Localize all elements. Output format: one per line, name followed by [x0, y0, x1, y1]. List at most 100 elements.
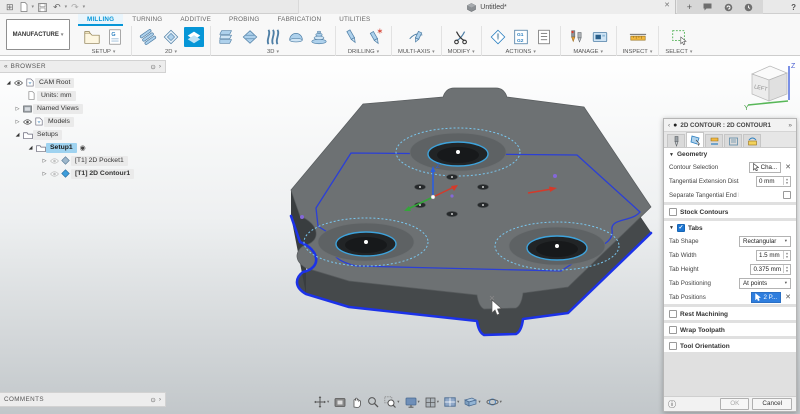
- group-inspect-label[interactable]: INSPECT: [623, 49, 648, 55]
- orbit-tool[interactable]: ▾: [486, 396, 502, 408]
- undo-caret[interactable]: ▾: [65, 4, 68, 10]
- 3d-spiral-icon[interactable]: [309, 27, 329, 47]
- rest-machining-header[interactable]: Rest Machining: [664, 307, 796, 320]
- rest-machining-checkbox[interactable]: [669, 310, 677, 318]
- group-multiaxis-label[interactable]: MULTI-AXIS: [398, 49, 430, 55]
- tree-row-2d-pocket1[interactable]: ▷ [T1] 2D Pocket1: [0, 154, 166, 167]
- display-settings-caret[interactable]: ▾: [418, 399, 420, 405]
- group-2d-label[interactable]: 2D: [165, 49, 172, 55]
- post-process-icon[interactable]: G: [105, 27, 125, 47]
- tab-shape-select[interactable]: Rectangular ▾: [739, 236, 791, 247]
- 2d-pocket-active-icon[interactable]: [184, 27, 204, 47]
- passes-tab[interactable]: [724, 134, 742, 147]
- eye-icon-dim[interactable]: [49, 169, 60, 178]
- linking-tab[interactable]: [743, 134, 761, 147]
- help-icon[interactable]: ?: [791, 0, 796, 14]
- heights-tab[interactable]: [705, 134, 723, 147]
- group-actions-label[interactable]: ACTIONS: [506, 49, 532, 55]
- dialog-header[interactable]: ‹ ● 2D CONTOUR : 2D CONTOUR1 »: [664, 119, 796, 132]
- view-cube[interactable]: Z Y LEFT: [742, 58, 798, 114]
- tab-fabrication[interactable]: FABRICATION: [268, 14, 330, 26]
- 2d-face-icon[interactable]: [161, 27, 181, 47]
- comments-bar[interactable]: COMMENTS ⊙ ›: [0, 392, 166, 407]
- group-drilling-label[interactable]: DRILLING: [348, 49, 375, 55]
- wrap-toolpath-checkbox[interactable]: [669, 326, 677, 334]
- cancel-button[interactable]: Cancel: [752, 398, 792, 410]
- simulate-icon[interactable]: [488, 27, 508, 47]
- tangential-extension-input[interactable]: 0 mm ▾▾: [756, 176, 791, 187]
- drill-cycle-icon[interactable]: ＊: [365, 27, 385, 47]
- comments-settings-icon[interactable]: ⊙: [150, 396, 155, 404]
- stock-contours-header[interactable]: Stock Contours: [664, 205, 796, 218]
- tab-positions-button[interactable]: 2 P...: [751, 292, 781, 303]
- tab-height-value[interactable]: 0.375 mm: [751, 266, 783, 273]
- save-icon[interactable]: [36, 3, 49, 12]
- expand-icon[interactable]: ◢: [4, 80, 13, 86]
- dialog-collapse-icon[interactable]: ‹: [668, 122, 670, 129]
- multiaxis-icon[interactable]: [406, 27, 426, 47]
- group-modify-label[interactable]: MODIFY: [448, 49, 471, 55]
- tab-turning[interactable]: TURNING: [123, 14, 171, 26]
- eye-icon[interactable]: [13, 78, 24, 87]
- grid-snaps-tool[interactable]: ▾: [425, 397, 439, 408]
- tree-label-units[interactable]: Units: mm: [37, 91, 76, 101]
- collapse-icon[interactable]: ▷: [40, 158, 49, 164]
- tab-width-input[interactable]: 1.5 mm ▾▾: [756, 250, 791, 261]
- spinner[interactable]: ▾▾: [783, 265, 790, 274]
- tool-library-icon[interactable]: [567, 27, 587, 47]
- tab-additive[interactable]: ADDITIVE: [171, 14, 220, 26]
- tree-label-2d-contour1[interactable]: [T1] 2D Contour1: [71, 169, 134, 179]
- zoom-window-tool[interactable]: ▾: [384, 396, 399, 408]
- section-collapse-icon[interactable]: ▼: [669, 225, 674, 231]
- dialog-dock-icon[interactable]: »: [788, 122, 792, 129]
- tab-width-value[interactable]: 1.5 mm: [757, 252, 783, 259]
- clear-tab-positions-icon[interactable]: ✕: [785, 293, 791, 301]
- document-tab[interactable]: Untitled* ✕: [298, 0, 676, 14]
- tangential-extension-value[interactable]: 0 mm: [757, 178, 783, 185]
- browser-expand-icon[interactable]: ›: [159, 63, 161, 70]
- tab-position-point-left[interactable]: [300, 215, 304, 219]
- 3d-scallop-icon[interactable]: [286, 27, 306, 47]
- tab-milling[interactable]: MILLING: [78, 14, 123, 26]
- viewports-caret[interactable]: ▾: [457, 399, 459, 405]
- tabs-checkbox[interactable]: ✓: [677, 224, 685, 232]
- tool-tab[interactable]: [667, 134, 685, 147]
- new-setup-icon[interactable]: [82, 27, 102, 47]
- pan-hand-tool[interactable]: [351, 396, 362, 408]
- app-grid-icon[interactable]: ⊞: [4, 1, 16, 14]
- tab-position-point-right[interactable]: [553, 174, 557, 178]
- info-icon[interactable]: ⓘ: [668, 399, 717, 410]
- eye-icon-dim[interactable]: [49, 156, 60, 165]
- ok-button[interactable]: OK: [720, 398, 749, 410]
- pan-tool[interactable]: ▾: [314, 396, 329, 408]
- separate-tangential-checkbox[interactable]: [783, 191, 791, 199]
- tree-label-named-views[interactable]: Named Views: [33, 104, 83, 114]
- tree-row-cam-root[interactable]: ◢ CAM Root: [0, 76, 166, 89]
- tab-positioning-select[interactable]: At points ▾: [739, 278, 791, 289]
- tree-row-named-views[interactable]: ▷ Named Views: [0, 102, 166, 115]
- nc-program-icon[interactable]: [534, 27, 554, 47]
- measure-icon[interactable]: [628, 27, 648, 47]
- tab-height-input[interactable]: 0.375 mm ▾▾: [750, 264, 791, 275]
- tree-row-setup1[interactable]: ◢ Setup1 ◉: [0, 141, 166, 154]
- tree-label-models[interactable]: Models: [44, 117, 74, 127]
- viewports-tool[interactable]: ▾: [444, 397, 459, 407]
- clear-selection-icon[interactable]: ✕: [785, 163, 791, 171]
- wrap-toolpath-header[interactable]: Wrap Toolpath: [664, 323, 796, 336]
- history-clock-icon[interactable]: [744, 3, 753, 12]
- 2d-adaptive-icon[interactable]: [138, 27, 158, 47]
- expand-icon[interactable]: ◢: [13, 132, 22, 138]
- zoom-tool[interactable]: [367, 396, 379, 408]
- collapse-icon[interactable]: ▷: [40, 171, 49, 177]
- group-manage-label[interactable]: MANAGE: [573, 49, 598, 55]
- scissors-icon[interactable]: [451, 27, 471, 47]
- zoom-window-caret[interactable]: ▾: [397, 399, 399, 405]
- tool-orientation-header[interactable]: Tool Orientation: [664, 339, 796, 352]
- tree-row-units[interactable]: Units: mm: [0, 89, 166, 102]
- section-collapse-icon[interactable]: ▼: [669, 152, 674, 158]
- 3d-adaptive-icon[interactable]: [217, 27, 237, 47]
- tab-utilities[interactable]: UTILITIES: [330, 14, 379, 26]
- orbit-caret[interactable]: ▾: [500, 399, 502, 405]
- close-tab-icon[interactable]: ✕: [664, 1, 670, 9]
- stock-contours-checkbox[interactable]: [669, 208, 677, 216]
